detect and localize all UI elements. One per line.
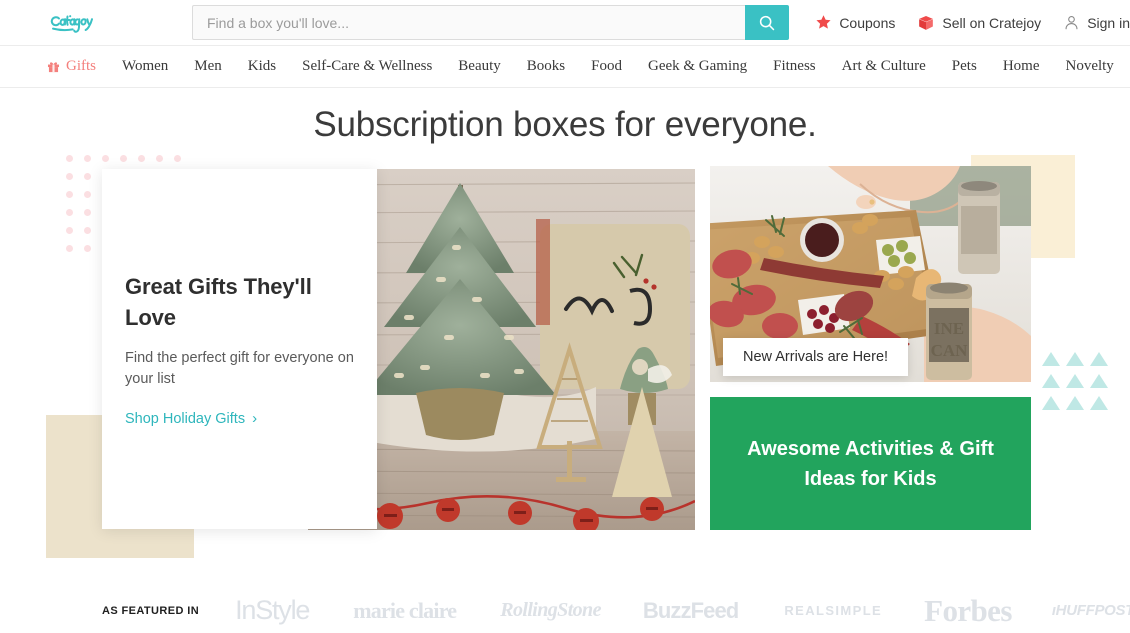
star-icon — [816, 15, 831, 29]
sell-on-cratejoy-label: Sell on Cratejoy — [942, 14, 1042, 31]
sign-in-label: Sign in — [1087, 14, 1130, 31]
decor-triangle-grid — [1042, 352, 1114, 418]
new-arrivals-badge[interactable]: New Arrivals are Here! — [723, 338, 909, 376]
nav-item-kids[interactable]: Kids — [235, 58, 289, 75]
sell-on-cratejoy-link[interactable]: Sell on Cratejoy — [917, 14, 1041, 32]
nav-label-gifts: Gifts — [66, 58, 96, 74]
nav-item-art-culture[interactable]: Art & Culture — [829, 58, 939, 75]
nav-label-pets: Pets — [951, 58, 977, 74]
search-button[interactable] — [745, 5, 790, 40]
as-featured-in-strip: AS FEATURED IN InStyle marie claire Roll… — [0, 588, 1130, 633]
logo-instyle[interactable]: InStyle — [235, 595, 310, 626]
coupons-label: Coupons — [839, 14, 896, 31]
nav-label-novelty: Novelty — [1065, 58, 1114, 74]
nav-item-geek-gaming[interactable]: Geek & Gaming — [635, 58, 760, 75]
category-nav-bar: Gifts Women Men Kids Self-Care & Wellnes… — [0, 46, 1130, 88]
sign-in-link[interactable]: Sign in — [1063, 14, 1130, 31]
logo-rolling-stone[interactable]: RollingStone — [500, 599, 601, 622]
nav-label-men: Men — [194, 58, 222, 74]
nav-item-fitness[interactable]: Fitness — [760, 58, 829, 75]
nav-label-kids: Kids — [247, 58, 277, 74]
nav-label-fitness: Fitness — [773, 58, 816, 74]
nav-item-men[interactable]: Men — [181, 58, 235, 75]
nav-label-art-culture: Art & Culture — [841, 58, 926, 74]
gift-promo-card: Great Gifts They'll Love Find the perfec… — [102, 169, 377, 529]
page-root: Coupons Sell on Cratejoy Sign in — [0, 0, 1130, 633]
nav-item-gifts[interactable]: Gifts — [47, 58, 109, 75]
logo-huffpost[interactable]: ıHUFFPOSTı — [1052, 602, 1130, 619]
nav-item-women[interactable]: Women — [109, 58, 181, 75]
logo-forbes[interactable]: Forbes — [924, 593, 1012, 629]
cratejoy-logo[interactable] — [47, 10, 135, 36]
search-input[interactable] — [192, 5, 746, 40]
nav-label-food: Food — [591, 58, 622, 74]
page-title: Subscription boxes for everyone. — [313, 105, 817, 144]
chevron-right-icon: › — [252, 410, 258, 428]
as-featured-in-label: AS FEATURED IN — [102, 604, 200, 617]
user-icon — [1065, 15, 1078, 30]
logo-real-simple[interactable]: REALSIMPLE — [784, 603, 882, 618]
header-links: Coupons Sell on Cratejoy Sign in — [815, 14, 1130, 32]
nav-label-beauty: Beauty — [458, 58, 501, 74]
gift-card-heading: Great Gifts They'll Love — [125, 274, 312, 331]
kids-activities-card[interactable]: Awesome Activities & Gift Ideas for Kids — [710, 397, 1031, 530]
box-icon — [919, 15, 934, 30]
nav-item-beauty[interactable]: Beauty — [445, 58, 514, 75]
nav-item-pets[interactable]: Pets — [939, 58, 990, 75]
logo-buzzfeed[interactable]: BuzzFeed — [643, 598, 739, 624]
coupons-link[interactable]: Coupons — [815, 14, 895, 31]
kids-card-label: Awesome Activities & Gift Ideas for Kids — [747, 437, 994, 490]
svg-text:CAN: CAN — [931, 341, 969, 360]
nav-item-home[interactable]: Home — [990, 58, 1053, 75]
search-bar — [192, 5, 790, 40]
search-icon — [760, 15, 775, 30]
nav-label-home: Home — [1002, 58, 1040, 74]
nav-item-self-care-wellness[interactable]: Self-Care & Wellness — [289, 58, 445, 75]
nav-label-books: Books — [526, 58, 566, 74]
gift-icon — [47, 62, 60, 73]
gift-card-subtext: Find the perfect gift for everyone on yo… — [125, 349, 354, 387]
top-header-bar: Coupons Sell on Cratejoy Sign in — [0, 0, 1130, 46]
featured-logo-list: InStyle marie claire RollingStone BuzzFe… — [235, 593, 1130, 629]
logo-marie-claire[interactable]: marie claire — [353, 598, 457, 624]
nav-label-self-care-wellness: Self-Care & Wellness — [302, 58, 433, 74]
svg-text:INE: INE — [934, 319, 964, 338]
nav-item-food[interactable]: Food — [578, 58, 635, 75]
nav-label-geek-gaming: Geek & Gaming — [647, 58, 748, 74]
nav-label-women: Women — [122, 58, 169, 74]
shop-holiday-gifts-label: Shop Holiday Gifts — [125, 410, 246, 427]
shop-holiday-gifts-link[interactable]: Shop Holiday Gifts › — [125, 411, 354, 427]
nav-item-books[interactable]: Books — [514, 58, 578, 75]
nav-item-novelty[interactable]: Novelty — [1052, 58, 1126, 75]
